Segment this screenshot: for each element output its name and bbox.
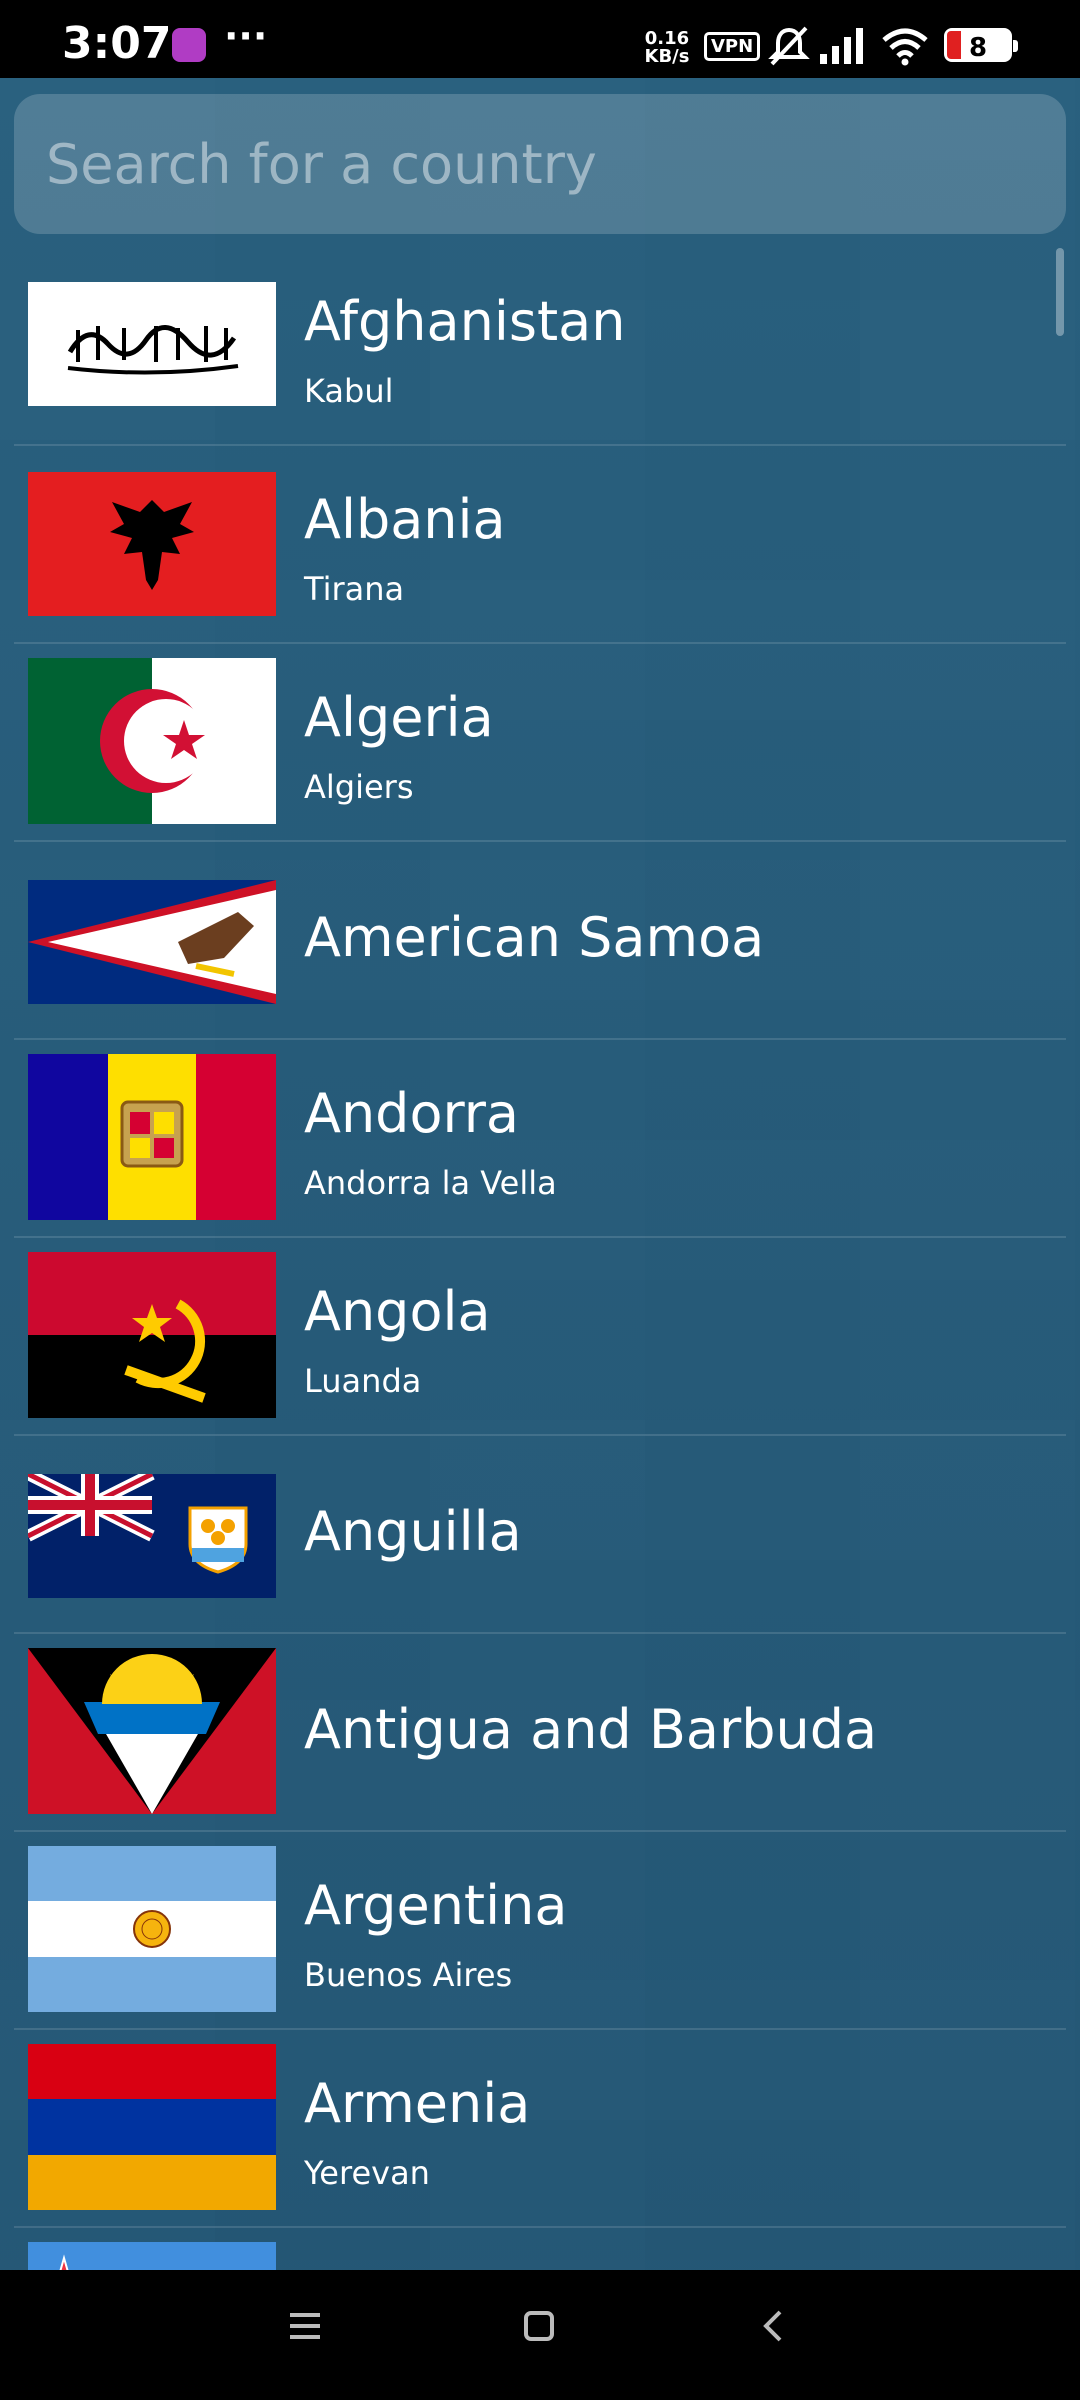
country-name: Andorra bbox=[304, 1082, 520, 1145]
list-item[interactable]: Albania Tirana bbox=[14, 446, 1066, 644]
menu-icon[interactable] bbox=[288, 2308, 324, 2344]
navigation-bar bbox=[0, 2270, 1080, 2400]
country-capital: Tirana bbox=[304, 570, 405, 608]
list-item[interactable]: Antigua and Barbuda bbox=[14, 1634, 1066, 1832]
country-capital: Yerevan bbox=[304, 2154, 430, 2192]
back-icon[interactable] bbox=[756, 2308, 792, 2344]
list-item[interactable]: Anguilla bbox=[14, 1436, 1066, 1634]
country-list[interactable]: Afghanistan Kabul Albania Tirana Algeria… bbox=[0, 248, 1080, 2270]
network-speed: 0.16 KB/s bbox=[644, 30, 690, 66]
mute-icon bbox=[768, 26, 810, 66]
list-item[interactable]: Algeria Algiers bbox=[14, 644, 1066, 842]
signal-icon bbox=[820, 28, 863, 64]
list-item[interactable]: Armenia Yerevan bbox=[14, 2030, 1066, 2228]
list-item[interactable]: Angola Luanda bbox=[14, 1238, 1066, 1436]
more-notifications-icon: ··· bbox=[224, 14, 268, 58]
country-capital: Kabul bbox=[304, 372, 394, 410]
country-capital: Buenos Aires bbox=[304, 1956, 513, 1994]
country-name: Anguilla bbox=[304, 1500, 522, 1563]
argentina-flag-icon bbox=[28, 1846, 276, 2012]
search-input[interactable] bbox=[14, 94, 1014, 234]
algeria-flag-icon bbox=[28, 658, 276, 824]
country-name: Afghanistan bbox=[304, 290, 626, 353]
country-name: Algeria bbox=[304, 686, 494, 749]
american-samoa-flag-icon bbox=[28, 880, 276, 1004]
status-bar: 3:07 ··· 0.16 KB/s VPN 8 bbox=[0, 0, 1080, 78]
angola-flag-icon bbox=[28, 1252, 276, 1418]
country-name: American Samoa bbox=[304, 906, 765, 969]
country-name: Antigua and Barbuda bbox=[304, 1698, 878, 1761]
albania-flag-icon bbox=[28, 472, 276, 616]
andorra-flag-icon bbox=[28, 1054, 276, 1220]
app-notification-icon bbox=[172, 28, 206, 62]
country-capital: Luanda bbox=[304, 1362, 422, 1400]
country-name: Albania bbox=[304, 488, 506, 551]
battery-icon: 8 bbox=[944, 28, 1018, 63]
afghanistan-flag-icon bbox=[28, 282, 276, 406]
antigua-and-barbuda-flag-icon bbox=[28, 1648, 276, 1814]
list-item[interactable]: Argentina Buenos Aires bbox=[14, 1832, 1066, 2030]
home-icon[interactable] bbox=[522, 2308, 558, 2344]
vpn-icon: VPN bbox=[704, 32, 761, 61]
search-bar bbox=[14, 94, 1066, 234]
list-item[interactable] bbox=[14, 2228, 1066, 2270]
list-item[interactable]: Afghanistan Kabul bbox=[14, 248, 1066, 446]
list-item[interactable]: Andorra Andorra la Vella bbox=[14, 1040, 1066, 1238]
country-capital: Andorra la Vella bbox=[304, 1164, 557, 1202]
list-item[interactable]: American Samoa bbox=[14, 842, 1066, 1040]
anguilla-flag-icon bbox=[28, 1474, 276, 1598]
wifi-icon bbox=[882, 28, 928, 66]
status-time: 3:07 bbox=[62, 18, 172, 69]
country-name: Argentina bbox=[304, 1874, 568, 1937]
battery-level: 8 bbox=[968, 33, 988, 63]
country-name: Angola bbox=[304, 1280, 491, 1343]
network-speed-unit: KB/s bbox=[644, 46, 690, 67]
armenia-flag-icon bbox=[28, 2044, 276, 2210]
aruba-flag-icon bbox=[28, 2242, 276, 2270]
country-capital: Algiers bbox=[304, 768, 414, 806]
country-name: Armenia bbox=[304, 2072, 531, 2135]
